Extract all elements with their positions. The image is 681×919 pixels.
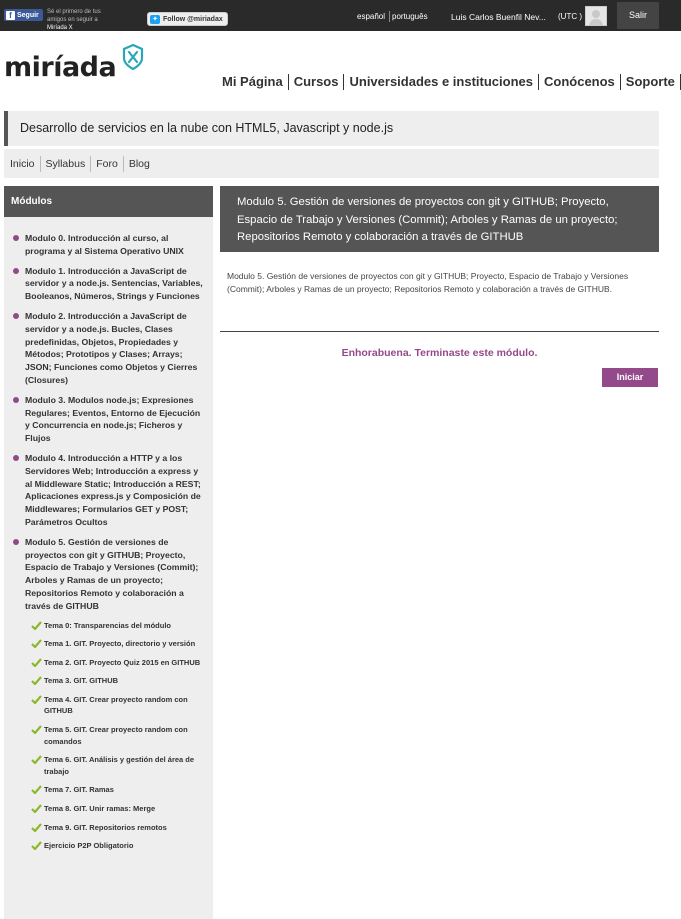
tema-item-2[interactable]: Tema 2. GIT. Proyecto Quiz 2015 en GITHU… <box>31 657 203 669</box>
checkmark-icon <box>31 785 42 795</box>
checkmark-icon <box>31 695 42 704</box>
divider <box>220 331 659 332</box>
tema-item-0[interactable]: Tema 0: Transparencias del módulo <box>31 620 203 632</box>
checkmark-icon <box>31 639 42 649</box>
tema-item-5[interactable]: Tema 5. GIT. Crear proyecto random con c… <box>31 724 203 747</box>
twitter-follow-label: Follow @miriadax <box>163 15 223 23</box>
facebook-social-text: Sé el primero de tus amigos en seguir a … <box>47 8 119 32</box>
module-item-2[interactable]: Modulo 2. Introducción a JavaScript de s… <box>13 310 203 387</box>
start-button[interactable]: Iniciar <box>602 368 658 387</box>
bullet-dot-icon <box>13 312 19 319</box>
bullet-dot-icon <box>13 267 19 274</box>
subnav-inicio[interactable]: Inicio <box>4 155 41 172</box>
language-portuguese-link[interactable]: português <box>392 12 428 21</box>
tema-label: Tema 5. GIT. Crear proyecto random con c… <box>44 725 188 746</box>
avatar[interactable] <box>585 6 607 26</box>
tema-label: Tema 2. GIT. Proyecto Quiz 2015 en GITHU… <box>44 657 201 667</box>
facebook-icon: f <box>6 11 15 20</box>
course-title: Desarrollo de servicios en la nube con H… <box>4 111 659 146</box>
miriada-logo[interactable]: miríada <box>4 52 117 83</box>
bullet-dot-icon <box>13 454 19 461</box>
tema-label: Ejercicio P2P Obligatorio <box>44 841 134 851</box>
tema-item-7[interactable]: Tema 7. GIT. Ramas <box>31 784 203 796</box>
language-spanish-link[interactable]: español <box>357 12 385 21</box>
logout-button[interactable]: Salir <box>617 2 659 29</box>
nav-universidades[interactable]: Universidades e instituciones <box>344 74 539 90</box>
checkmark-icon <box>31 804 42 814</box>
module-item-0[interactable]: Modulo 0. Introducción al curso, al prog… <box>13 232 203 258</box>
tema-item-10[interactable]: Ejercicio P2P Obligatorio <box>31 840 203 852</box>
timezone-label: (UTC ) <box>558 12 582 21</box>
checkmark-icon <box>31 755 42 765</box>
nav-cursos[interactable]: Cursos <box>289 74 345 90</box>
tema-list: Tema 0: Transparencias del módulo Tema 1… <box>31 620 213 852</box>
module-item-5[interactable]: Modulo 5. Gestión de versiones de proyec… <box>13 536 203 613</box>
facebook-follow-button[interactable]: f Seguir <box>4 9 43 21</box>
tema-label: Tema 9. GIT. Repositorios remotos <box>44 822 167 832</box>
nav-mi-pagina[interactable]: Mi Página <box>216 74 289 90</box>
checkmark-icon <box>31 657 42 667</box>
language-separator <box>389 11 390 22</box>
module-item-3[interactable]: Modulo 3. Modulos node.js; Expresiones R… <box>13 394 203 445</box>
tema-label: Tema 0: Transparencias del módulo <box>44 620 171 630</box>
checkmark-icon <box>31 822 42 832</box>
checkmark-icon <box>31 620 42 630</box>
subnav-foro[interactable]: Foro <box>91 155 124 172</box>
tema-label: Tema 7. GIT. Ramas <box>44 785 114 795</box>
module-list: Modulo 0. Introducción al curso, al prog… <box>4 217 213 852</box>
nav-soporte[interactable]: Soporte <box>621 74 681 90</box>
tema-label: Tema 6. GIT. Análisis y gestión del área… <box>44 755 195 776</box>
tema-item-1[interactable]: Tema 1. GIT. Proyecto, directorio y vers… <box>31 638 203 650</box>
module-description: Modulo 5. Gestión de versiones de proyec… <box>227 271 629 294</box>
bullet-dot-icon <box>13 396 19 403</box>
bullet-dot-icon <box>13 235 19 241</box>
tema-label: Tema 3. GIT. GITHUB <box>44 676 119 686</box>
module-label: Modulo 4. Introducción a HTTP y a los Se… <box>25 452 201 527</box>
user-name[interactable]: Luis Carlos Buenfil Nev... <box>451 12 546 22</box>
twitter-bird-icon: ✦ <box>150 14 160 24</box>
tema-item-6[interactable]: Tema 6. GIT. Análisis y gestión del área… <box>31 754 203 777</box>
tema-item-3[interactable]: Tema 3. GIT. GITHUB <box>31 675 203 687</box>
module-label: Modulo 1. Introducción a JavaScript de s… <box>25 265 203 302</box>
course-subnav: Inicio Syllabus Foro Blog <box>4 149 659 178</box>
subnav-syllabus[interactable]: Syllabus <box>41 155 92 172</box>
modules-sidebar: Módulos Modulo 0. Introducción al curso,… <box>4 186 213 919</box>
module-heading: Modulo 5. Gestión de versiones de proyec… <box>220 186 659 252</box>
module-label: Modulo 0. Introducción al curso, al prog… <box>25 233 184 256</box>
checkmark-icon <box>31 676 42 686</box>
bullet-dot-icon <box>13 538 19 545</box>
module-item-4[interactable]: Modulo 4. Introducción a HTTP y a los Se… <box>13 452 203 529</box>
sidebar-heading: Módulos <box>4 186 213 217</box>
tema-item-8[interactable]: Tema 8. GIT. Unir ramas: Merge <box>31 803 203 815</box>
main-nav: Mi Página Cursos Universidades e institu… <box>216 74 681 90</box>
twitter-follow-button[interactable]: ✦ Follow @miriadax <box>147 12 228 26</box>
checkmark-icon <box>31 841 42 851</box>
module-label: Modulo 5. Gestión de versiones de proyec… <box>25 536 199 611</box>
miriada-x-badge-icon <box>122 44 144 70</box>
subnav-blog[interactable]: Blog <box>124 156 155 172</box>
facebook-social-prefix: Sé el primero de tus amigos en seguir a <box>47 9 101 23</box>
module-label: Modulo 2. Introducción a JavaScript de s… <box>25 310 198 385</box>
checkmark-icon <box>31 725 42 735</box>
completion-message: Enhorabuena. Terminaste este módulo. <box>341 347 538 359</box>
facebook-follow-label: Seguir <box>17 12 39 19</box>
module-label: Modulo 3. Modulos node.js; Expresiones R… <box>25 394 201 444</box>
tema-label: Tema 1. GIT. Proyecto, directorio y vers… <box>44 639 196 649</box>
tema-label: Tema 8. GIT. Unir ramas: Merge <box>44 804 156 814</box>
tema-item-9[interactable]: Tema 9. GIT. Repositorios remotos <box>31 822 203 834</box>
nav-conocenos[interactable]: Conócenos <box>539 74 621 90</box>
top-bar: f Seguir Sé el primero de tus amigos en … <box>0 0 681 31</box>
tema-item-4[interactable]: Tema 4. GIT. Crear proyecto random con G… <box>31 694 203 717</box>
facebook-social-brand: Miríada X <box>47 25 73 31</box>
module-item-1[interactable]: Modulo 1. Introducción a JavaScript de s… <box>13 265 203 303</box>
tema-label: Tema 4. GIT. Crear proyecto random con G… <box>44 694 188 716</box>
